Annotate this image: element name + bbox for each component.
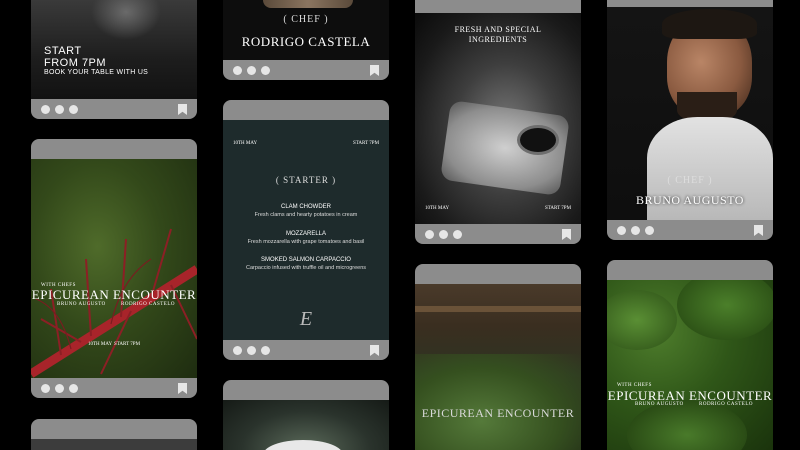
chef-name-2: RODRIGO CASTELO (699, 402, 754, 407)
event-time: START 7PM (545, 206, 572, 211)
dot-icon[interactable] (261, 66, 270, 75)
dot-icon[interactable] (453, 230, 462, 239)
dot-icon[interactable] (439, 230, 448, 239)
post-header-bar (31, 139, 197, 159)
post-header-bar (223, 100, 389, 120)
post-card-ingredients: FRESH AND SPECIAL INGREDIENTS 10TH MAY S… (415, 0, 581, 244)
menu-item-desc: Carpaccio infused with truffle oil and m… (245, 265, 367, 271)
menu-item-desc: Fresh mozzarella with grape tomatoes and… (247, 239, 365, 245)
menu-item-name: MOZZARELLA (285, 231, 326, 237)
menu-item-desc: Fresh clams and hearty potatoes in cream (254, 212, 358, 218)
start-line2: FROM 7PM (44, 57, 107, 69)
post-footer-bar (31, 99, 197, 119)
bookmark-icon[interactable] (370, 345, 379, 356)
ingredients-title-2: INGREDIENTS (468, 35, 528, 44)
dot-icon[interactable] (247, 66, 256, 75)
bookmark-icon[interactable] (178, 383, 187, 394)
post-footer-bar (223, 60, 389, 80)
post-card-chef-rodrigo: ( CHEF ) RODRIGO CASTELA (223, 0, 389, 80)
post-card-window: EPICUREAN ENCOUNTER (415, 264, 581, 450)
dot-icon[interactable] (425, 230, 434, 239)
post-header-bar (31, 419, 197, 439)
dot-icon[interactable] (247, 346, 256, 355)
menu-item-name: CLAM CHOWDER (280, 204, 331, 210)
chef-name-1: BRUNO AUGUSTO (635, 402, 684, 407)
post-card-start-time: START FROM 7PM BOOK YOUR TABLE WITH US (31, 0, 197, 119)
window-photo: EPICUREAN ENCOUNTER (415, 284, 581, 450)
post-card-menu: 10TH MAY START 7PM ( STARTER ) CLAM CHOW… (223, 100, 389, 360)
chef-label: ( CHEF ) (283, 14, 329, 25)
dot-icon[interactable] (69, 384, 78, 393)
dot-icon[interactable] (55, 384, 64, 393)
dish-photo (223, 400, 389, 450)
chef-photo: ( CHEF ) RODRIGO CASTELA (223, 0, 389, 60)
dot-icon[interactable] (55, 105, 64, 114)
window-title: EPICUREAN ENCOUNTER (421, 406, 575, 420)
post-footer-bar (607, 220, 773, 240)
dot-icon[interactable] (261, 346, 270, 355)
post-header-bar (223, 380, 389, 400)
bookmark-icon[interactable] (178, 104, 187, 115)
chef-label: ( CHEF ) (667, 175, 713, 186)
post-card-epicurean-leaf: WITH CHEFS EPICUREAN ENCOUNTER BRUNO AUG… (31, 139, 197, 398)
dot-icon[interactable] (41, 105, 50, 114)
chef-name: BRUNO AUGUSTO (636, 193, 744, 207)
start-line1: START (44, 45, 82, 57)
basil-photo: WITH CHEFS EPICUREAN ENCOUNTER BRUNO AUG… (607, 280, 773, 450)
post-footer-bar (415, 224, 581, 244)
restaurant-photo: START FROM 7PM BOOK YOUR TABLE WITH US (31, 0, 197, 99)
dot-icon[interactable] (41, 384, 50, 393)
ingredients-title-1: FRESH AND SPECIAL (454, 25, 542, 34)
chef-photo: ( CHEF ) BRUNO AUGUSTO (607, 7, 773, 220)
event-title: EPICUREAN ENCOUNTER (31, 287, 197, 302)
post-footer-bar (31, 378, 197, 398)
event-time: START 7PM (114, 342, 141, 347)
chef-name-2: RODRIGO CASTELO (121, 302, 176, 307)
post-card-partial (31, 419, 197, 450)
section-label: ( STARTER ) (275, 175, 337, 185)
dot-icon[interactable] (69, 105, 78, 114)
post-header-bar (415, 264, 581, 284)
post-header-bar (607, 260, 773, 280)
dot-icon[interactable] (233, 66, 242, 75)
dot-icon[interactable] (631, 226, 640, 235)
post-footer-bar (223, 340, 389, 360)
bookmark-icon[interactable] (754, 225, 763, 236)
event-date: 10TH MAY (88, 342, 113, 347)
post-card-chef-bruno: ( CHEF ) BRUNO AUGUSTO (607, 0, 773, 240)
dot-icon[interactable] (645, 226, 654, 235)
chard-leaf-photo: WITH CHEFS EPICUREAN ENCOUNTER BRUNO AUG… (31, 159, 197, 378)
post-card-epicurean-basil: WITH CHEFS EPICUREAN ENCOUNTER BRUNO AUG… (607, 260, 773, 450)
menu-date: 10TH MAY (233, 141, 258, 146)
monogram-logo: E (299, 308, 313, 330)
menu-panel: 10TH MAY START 7PM ( STARTER ) CLAM CHOW… (223, 120, 389, 340)
dot-icon[interactable] (233, 346, 242, 355)
dot-icon[interactable] (617, 226, 626, 235)
chef-name: RODRIGO CASTELA (241, 34, 371, 49)
event-date: 10TH MAY (425, 206, 450, 211)
bookmark-icon[interactable] (562, 229, 571, 240)
flour-photo: FRESH AND SPECIAL INGREDIENTS 10TH MAY S… (415, 13, 581, 224)
post-header-bar (415, 0, 581, 13)
menu-item-name: SMOKED SALMON CARPACCIO (261, 257, 351, 263)
bookmark-icon[interactable] (370, 65, 379, 76)
post-header-bar (607, 0, 773, 7)
menu-time: START 7PM (353, 141, 380, 146)
book-table-text: BOOK YOUR TABLE WITH US (44, 69, 149, 76)
chef-name-1: BRUNO AUGUSTO (57, 302, 106, 307)
post-card-partial (223, 380, 389, 450)
